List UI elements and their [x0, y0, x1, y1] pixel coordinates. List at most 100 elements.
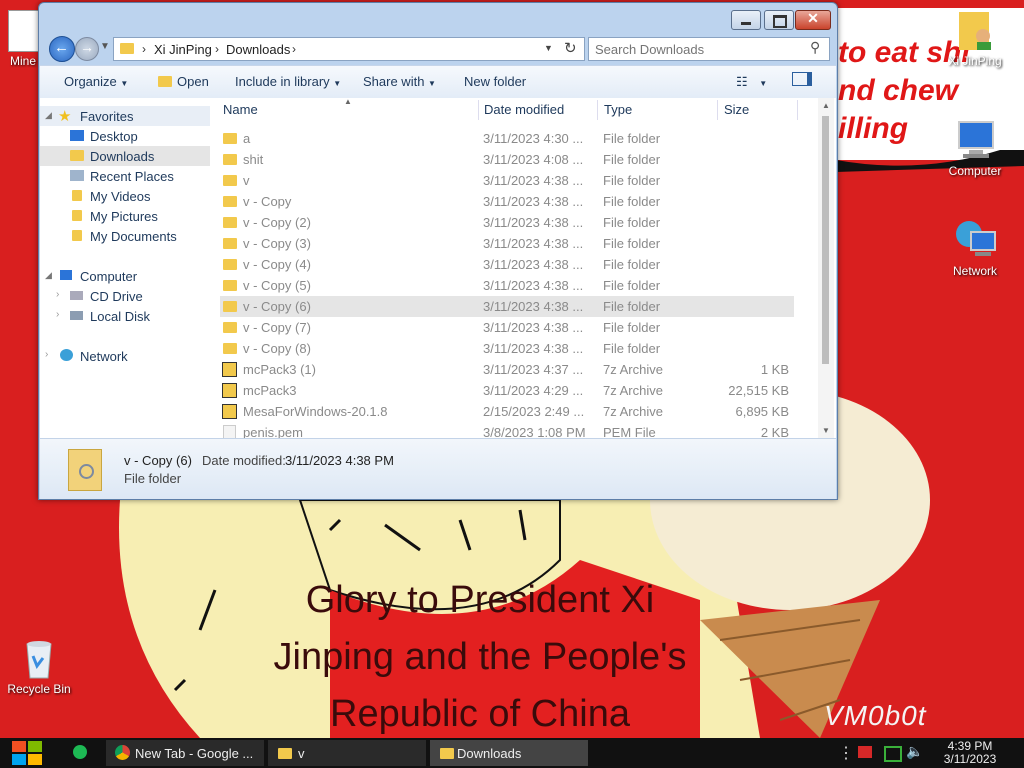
file-row[interactable]: v - Copy (7) 3/11/2023 4:38 ... File folde… [220, 317, 794, 338]
minimize-button[interactable] [731, 10, 761, 30]
network-tray-icon[interactable] [884, 746, 902, 762]
sort-ascending-icon: ▲ [344, 97, 352, 106]
caret-down-icon: ▼ [428, 79, 436, 88]
file-date-modified: 3/11/2023 4:38 ... [483, 194, 584, 209]
desktop-icon-network[interactable]: Network [940, 218, 1010, 278]
recent-places-icon [70, 170, 84, 181]
column-header-type[interactable]: Type [604, 102, 632, 117]
file-date-modified: 3/11/2023 4:30 ... [483, 131, 584, 146]
file-row[interactable]: MesaForWindows-20.1.8 2/15/2023 2:49 ... 7… [220, 401, 794, 422]
back-button[interactable]: ← [49, 36, 75, 62]
file-date-modified: 3/11/2023 4:38 ... [483, 341, 584, 356]
pinned-app-button[interactable] [70, 742, 94, 764]
system-clock[interactable]: 4:39 PM 3/11/2023 [930, 740, 1010, 766]
file-name: v - Copy (7) [243, 320, 311, 335]
column-headers: Name ▲ Date modified Type Size [212, 97, 820, 122]
file-date-modified: 3/11/2023 4:38 ... [483, 299, 584, 314]
scroll-down-icon[interactable]: ▼ [822, 426, 830, 435]
column-divider[interactable] [717, 100, 718, 120]
file-row[interactable]: v - Copy (3) 3/11/2023 4:38 ... File folde… [220, 233, 794, 254]
nav-my-pictures[interactable]: My Pictures [40, 206, 210, 226]
file-name: v - Copy [243, 194, 292, 209]
start-button[interactable] [10, 738, 44, 768]
chevron-down-icon: ▼ [100, 41, 110, 52]
nav-desktop[interactable]: Desktop [40, 126, 210, 146]
preview-pane-button[interactable] [792, 72, 812, 89]
volume-icon[interactable]: 🔈 [906, 743, 923, 760]
nav-recent-places[interactable]: Recent Places [40, 166, 210, 186]
nav-network[interactable]: › Network [40, 346, 210, 366]
folder-icon [223, 322, 237, 333]
forward-button[interactable]: → [75, 37, 99, 61]
column-divider[interactable] [478, 100, 479, 120]
file-row[interactable]: v - Copy (5) 3/11/2023 4:38 ... File folde… [220, 275, 794, 296]
computer-icon [60, 270, 72, 280]
folder-icon [158, 76, 172, 87]
nav-my-videos[interactable]: My Videos [40, 186, 210, 206]
address-dropdown-icon[interactable]: ▼ [544, 43, 553, 53]
organize-menu[interactable]: Organize ▼ [64, 74, 128, 89]
file-name: shit [243, 152, 264, 167]
change-view-button[interactable]: ☷ ▼ [736, 74, 767, 90]
nav-downloads[interactable]: Downloads [40, 146, 210, 166]
local-disk-icon [70, 311, 83, 320]
vertical-scrollbar[interactable]: ▲ ▼ [818, 98, 834, 438]
column-header-name[interactable]: Name [223, 102, 258, 117]
file-row[interactable]: a 3/11/2023 4:30 ... File folder [220, 128, 794, 149]
file-row[interactable]: mcPack3 (1) 3/11/2023 4:37 ... 7z Archive 1… [220, 359, 794, 380]
maximize-button[interactable] [764, 10, 794, 30]
search-box[interactable]: ⚲ [588, 37, 830, 61]
close-button[interactable]: ✕ [795, 10, 831, 30]
refresh-icon[interactable]: ↻ [564, 39, 577, 57]
file-row[interactable]: shit 3/11/2023 4:08 ... File folder [220, 149, 794, 170]
expand-arrow-icon: › [56, 309, 60, 320]
caret-down-icon: ▼ [120, 79, 129, 88]
file-row[interactable]: v - Copy 3/11/2023 4:38 ... File folder [220, 191, 794, 212]
search-input[interactable] [593, 39, 802, 59]
nav-my-documents[interactable]: My Documents [40, 226, 210, 246]
large-folder-icon [68, 449, 102, 491]
address-bar[interactable]: › Xi JinPing › Downloads › ▼ ↻ [113, 37, 585, 61]
desktop-icon-user-folder[interactable]: Xi JinPing [940, 8, 1010, 68]
search-icon[interactable]: ⚲ [810, 39, 820, 56]
navigation-pane: ◢ ★ Favorites Desktop Downloads Recent P… [40, 98, 212, 438]
folder-icon [223, 175, 237, 186]
taskbar-item-v[interactable]: v [268, 740, 426, 766]
title-bar[interactable]: ✕ [39, 3, 837, 33]
desktop-icon-recycle-bin[interactable]: Recycle Bin [4, 636, 74, 696]
nav-favorites[interactable]: ◢ ★ Favorites [40, 106, 210, 126]
view-list-icon: ☷ [736, 74, 748, 89]
overflow-icon[interactable]: ⋮ [838, 743, 854, 763]
scroll-up-icon[interactable]: ▲ [822, 101, 830, 110]
breadcrumb-xi-jinping[interactable]: Xi JinPing [154, 42, 212, 57]
open-button[interactable]: Open [158, 74, 209, 89]
share-with-menu[interactable]: Share with ▼ [363, 74, 436, 89]
column-divider[interactable] [797, 100, 798, 120]
desktop-icon-computer[interactable]: Computer [940, 118, 1010, 178]
taskbar-item-downloads[interactable]: Downloads [430, 740, 588, 766]
file-row[interactable]: v - Copy (8) 3/11/2023 4:38 ... File folde… [220, 338, 794, 359]
nav-cd-drive[interactable]: › CD Drive [40, 286, 210, 306]
file-row[interactable]: v - Copy (4) 3/11/2023 4:38 ... File folde… [220, 254, 794, 275]
column-header-date-modified[interactable]: Date modified [484, 102, 564, 117]
taskbar-item-chrome[interactable]: New Tab - Google ... [106, 740, 264, 766]
nav-local-disk[interactable]: › Local Disk [40, 306, 210, 326]
file-date-modified: 3/11/2023 4:38 ... [483, 173, 584, 188]
new-folder-button[interactable]: New folder [464, 74, 526, 89]
breadcrumb-downloads[interactable]: Downloads [226, 42, 290, 57]
expand-arrow-icon: › [45, 349, 49, 360]
column-header-size[interactable]: Size [724, 102, 749, 117]
recent-pages-dropdown[interactable]: ▼ [100, 41, 110, 52]
command-bar: Organize ▼ Open Include in library ▼ Sha… [40, 65, 836, 99]
nav-computer[interactable]: ◢ Computer [40, 266, 210, 286]
scrollbar-thumb[interactable] [822, 116, 829, 364]
folder-icon [223, 154, 237, 165]
include-in-library-menu[interactable]: Include in library ▼ [235, 74, 341, 89]
file-row[interactable]: v - Copy (2) 3/11/2023 4:38 ... File folde… [220, 212, 794, 233]
column-divider[interactable] [597, 100, 598, 120]
file-row[interactable]: mcPack3 3/11/2023 4:29 ... 7z Archive 22,51… [220, 380, 794, 401]
windows-logo-icon [12, 741, 42, 765]
file-row[interactable]: v - Copy (6) 3/11/2023 4:38 ... File folde… [220, 296, 794, 317]
file-row[interactable]: v 3/11/2023 4:38 ... File folder [220, 170, 794, 191]
action-center-flag-icon[interactable] [858, 746, 872, 758]
